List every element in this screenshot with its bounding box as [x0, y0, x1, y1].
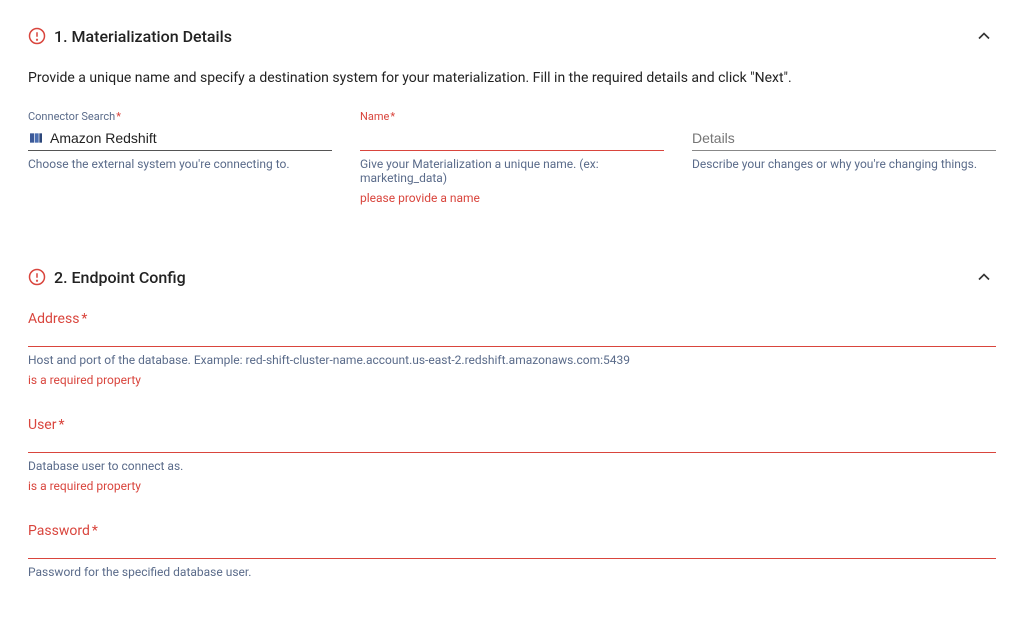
- connector-search-label: Connector Search*: [28, 110, 332, 123]
- chevron-up-icon: [972, 24, 996, 48]
- details-label-spacer: [692, 110, 996, 123]
- address-error: is a required property: [28, 373, 996, 387]
- connector-search-input[interactable]: [50, 130, 332, 146]
- required-asterisk: *: [390, 110, 395, 123]
- address-label-text: Address: [28, 311, 79, 327]
- address-input[interactable]: [28, 329, 996, 347]
- section-header-1[interactable]: 1. Materialization Details: [28, 24, 996, 48]
- section-endpoint-config: 2. Endpoint Config Address* Host and por…: [28, 265, 996, 579]
- chevron-up-icon: [972, 265, 996, 289]
- password-helper: Password for the specified database user…: [28, 565, 996, 579]
- required-asterisk: *: [58, 417, 64, 433]
- section-materialization-details: 1. Materialization Details Provide a uni…: [28, 24, 996, 205]
- password-field: Password* Password for the specified dat…: [28, 523, 996, 579]
- alert-circle-icon: [28, 27, 46, 45]
- name-label-text: Name: [360, 110, 389, 123]
- section-title-wrap-1: 1. Materialization Details: [28, 27, 232, 46]
- address-helper: Host and port of the database. Example: …: [28, 353, 996, 367]
- name-label: Name*: [360, 110, 664, 123]
- name-input[interactable]: [360, 130, 664, 146]
- amazon-redshift-icon: [28, 130, 44, 146]
- details-helper: Describe your changes or why you're chan…: [692, 157, 996, 171]
- user-label: User*: [28, 417, 996, 433]
- required-asterisk: *: [116, 110, 121, 123]
- fields-row: Connector Search* Choose the external sy…: [28, 110, 996, 205]
- user-input[interactable]: [28, 435, 996, 453]
- name-helper: Give your Materialization a unique name.…: [360, 157, 664, 185]
- user-helper: Database user to connect as.: [28, 459, 996, 473]
- connector-search-label-text: Connector Search: [28, 110, 115, 123]
- section-header-2[interactable]: 2. Endpoint Config: [28, 265, 996, 289]
- connector-search-helper: Choose the external system you're connec…: [28, 157, 332, 171]
- required-asterisk: *: [92, 523, 98, 539]
- section-title-wrap-2: 2. Endpoint Config: [28, 268, 186, 287]
- section-title-1: 1. Materialization Details: [54, 27, 232, 46]
- address-label: Address*: [28, 311, 996, 327]
- name-input-wrap[interactable]: [360, 125, 664, 151]
- section-title-2: 2. Endpoint Config: [54, 268, 186, 287]
- alert-circle-icon: [28, 268, 46, 286]
- required-asterisk: *: [81, 311, 87, 327]
- name-field: Name* Give your Materialization a unique…: [360, 110, 664, 205]
- connector-search-input-wrap[interactable]: [28, 125, 332, 151]
- details-field: Describe your changes or why you're chan…: [692, 110, 996, 205]
- connector-search-field: Connector Search* Choose the external sy…: [28, 110, 332, 205]
- name-error: please provide a name: [360, 191, 664, 205]
- section-instructions: Provide a unique name and specify a dest…: [28, 70, 996, 86]
- password-label: Password*: [28, 523, 996, 539]
- user-label-text: User: [28, 417, 56, 433]
- details-input[interactable]: [692, 130, 996, 146]
- user-field: User* Database user to connect as. is a …: [28, 417, 996, 493]
- password-label-text: Password: [28, 523, 90, 539]
- user-error: is a required property: [28, 479, 996, 493]
- password-input[interactable]: [28, 541, 996, 559]
- address-field: Address* Host and port of the database. …: [28, 311, 996, 387]
- details-input-wrap[interactable]: [692, 125, 996, 151]
